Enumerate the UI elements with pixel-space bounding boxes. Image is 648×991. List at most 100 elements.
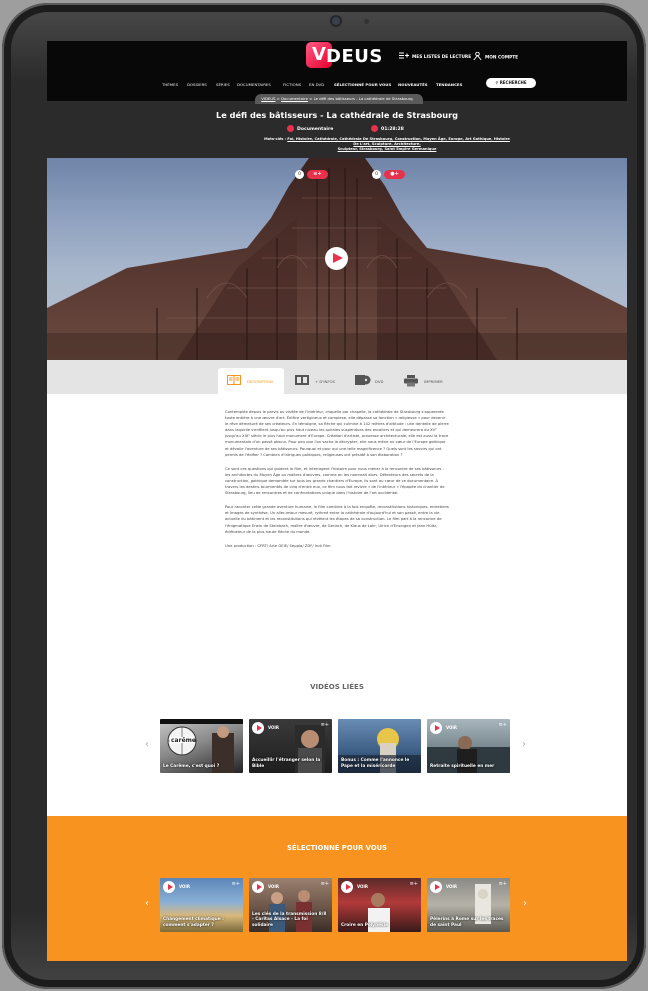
playlist-add-icon[interactable]: ≡+ — [321, 881, 329, 887]
duration-label: 01:28:28 — [381, 127, 404, 132]
film-strip-icon — [295, 375, 309, 386]
watch-label: VOIR — [268, 725, 279, 730]
playlist-add-icon — [399, 52, 409, 61]
share-count: 0 — [372, 170, 381, 179]
breadcrumb-home[interactable]: VIDEUS — [261, 96, 275, 101]
breadcrumb-section[interactable]: Documentaire — [281, 96, 308, 101]
front-camera — [332, 17, 340, 25]
tab-description[interactable]: DESCRIPTION — [218, 368, 284, 394]
card-title: Bonus : Comme l'annonce le Pape et la mi… — [341, 758, 410, 769]
watch-label: VOIR — [268, 884, 279, 889]
nav-item-fictions[interactable]: FICTIONS — [283, 82, 301, 87]
nav-item-tendances[interactable]: TENDANCES — [436, 82, 462, 87]
light-sensor — [364, 19, 369, 24]
add-to-playlist-button[interactable]: ≡+ — [307, 170, 328, 179]
printer-icon — [404, 375, 418, 388]
watch-label: VOIR — [179, 884, 190, 889]
search-button[interactable]: ⚲ RECHERCHE — [486, 78, 536, 88]
genre-badge: Documentaire — [287, 125, 333, 132]
tab-description-label: DESCRIPTION — [247, 379, 273, 384]
play-icon — [163, 881, 175, 893]
playlist-add-icon: ≡+ — [313, 171, 322, 177]
tab-dvd[interactable]: DVD — [353, 368, 399, 394]
user-icon — [473, 51, 482, 62]
documentary-icon — [287, 125, 294, 132]
description-text: Contemplée depuis le parvis ou visitée d… — [225, 409, 449, 557]
card-title: Croire en Polynésie — [341, 922, 388, 928]
search-label: RECHERCHE — [499, 80, 527, 85]
selected-card[interactable]: VOIR ≡+ Pèlerins à Rome sur les traces d… — [427, 878, 510, 932]
nav-item-series[interactable]: SÉRIES — [216, 82, 230, 87]
selected-card[interactable]: VOIR ≡+ Les clés de la transmission 8/8 … — [249, 878, 332, 932]
breadcrumb: VIDEUS > Documentaire > Le défi des bâti… — [47, 96, 627, 101]
logo-wordmark: DEUS — [326, 46, 383, 67]
breadcrumb-current: Le défi des bâtisseurs - La cathédrale d… — [313, 96, 413, 101]
keywords-line-2[interactable]: Sculpteur, Strasbourg, Saint Empire Germ… — [338, 147, 437, 151]
duration-badge: 01:28:28 — [371, 125, 404, 132]
tab-print-label: IMPRIMER — [424, 379, 443, 384]
nav-item-nouveautes[interactable]: NOUVEAUTÉS — [398, 82, 428, 87]
play-icon — [252, 881, 264, 893]
play-icon — [430, 722, 442, 734]
card-title: Les clés de la transmission 8/8 - Carita… — [252, 912, 327, 928]
tab-dvd-label: DVD — [375, 379, 384, 384]
nav-item-themes[interactable]: THÈMES — [162, 82, 178, 87]
main-nav: THÈMES DOSSIERS SÉRIES DOCUMENTAIRES FIC… — [47, 79, 627, 93]
play-icon — [341, 881, 353, 893]
playlist-add-icon[interactable]: ≡+ — [321, 722, 329, 728]
content-tabs: DESCRIPTION + D'INFOS DVD IMPRIMER — [47, 360, 627, 394]
tab-print[interactable]: IMPRIMER — [402, 368, 462, 394]
related-card[interactable]: VOIR ≡+ Retraite spirituelle en mer — [427, 719, 510, 773]
card-title: Accueillir l'étranger selon la Bible — [252, 758, 321, 769]
keywords-label: Mots-clés : — [264, 137, 287, 141]
nav-item-documentaires[interactable]: DOCUMENTAIRES — [237, 82, 271, 87]
account-label: MON COMPTE — [485, 55, 519, 61]
related-next-arrow[interactable]: › — [522, 740, 526, 750]
selected-card[interactable]: VOIR ≡+ Changement climatique : comment … — [160, 878, 243, 932]
play-button[interactable] — [325, 247, 348, 270]
description-paragraph-2: Ce sont ces questions qui guident le fil… — [225, 466, 445, 496]
share-button[interactable]: ●+ — [384, 170, 405, 179]
search-icon: ⚲ — [495, 80, 499, 85]
description-production: Une production : CFRT/ Arte GEIE/ Seppia… — [225, 543, 331, 548]
tab-infos-label: + D'INFOS — [315, 379, 335, 384]
genre-label: Documentaire — [297, 127, 334, 132]
selected-next-arrow[interactable]: › — [523, 899, 527, 909]
playlist-add-icon[interactable]: ≡+ — [410, 881, 418, 887]
tab-infos[interactable]: + D'INFOS — [293, 368, 353, 394]
card-title: Changement climatique : comment s'adapte… — [163, 917, 224, 928]
nav-item-dossiers[interactable]: DOSSIERS — [187, 82, 207, 87]
related-card[interactable]: Bonus : Comme l'annonce le Pape et la mi… — [338, 719, 421, 773]
related-prev-arrow[interactable]: ‹ — [145, 740, 149, 750]
svg-text:carême: carême — [171, 737, 196, 744]
clock-icon — [371, 125, 378, 132]
watch-label: VOIR — [446, 884, 457, 889]
selected-prev-arrow[interactable]: ‹ — [145, 899, 149, 909]
related-card[interactable]: carême Le Carême, c'est quoi ? — [160, 719, 243, 773]
account-link[interactable]: MON COMPTE — [473, 51, 519, 62]
description-paragraph-1: Contemplée depuis le parvis ou visitée d… — [225, 410, 449, 457]
playlist-add-icon[interactable]: ≡+ — [499, 881, 507, 887]
page-title: Le défi des bâtisseurs - La cathédrale d… — [216, 110, 458, 120]
playlist-add-icon[interactable]: ≡+ — [499, 722, 507, 728]
playlists-link[interactable]: MES LISTES DE LECTURE — [399, 52, 471, 61]
selected-section — [47, 816, 627, 961]
keywords-line-1[interactable]: Foi, Histoire, Cathédrale, Cathédrale De… — [287, 137, 510, 146]
watch-label: VOIR — [357, 884, 368, 889]
tablet-frame: V DEUS MES LISTES DE LECTURE MON COMPTE … — [2, 3, 646, 989]
share-icon: ●+ — [390, 171, 399, 177]
watch-label: VOIR — [446, 725, 457, 730]
related-card[interactable]: VOIR ≡+ Accueillir l'étranger selon la B… — [249, 719, 332, 773]
browser-viewport: V DEUS MES LISTES DE LECTURE MON COMPTE … — [47, 41, 627, 961]
card-title: Le Carême, c'est quoi ? — [163, 763, 220, 769]
video-hero[interactable]: 0 ≡+ 0 ●+ — [47, 158, 627, 360]
nav-item-selectionne[interactable]: SÉLECTIONNÉ POUR VOUS — [334, 82, 391, 87]
description-paragraph-3: Pour raconter cette grande aventure huma… — [225, 505, 449, 534]
card-title: Retraite spirituelle en mer — [430, 763, 495, 769]
playlist-add-icon[interactable]: ≡+ — [232, 881, 240, 887]
selected-card[interactable]: VOIR ≡+ Croire en Polynésie — [338, 878, 421, 932]
playlist-count: 0 — [295, 170, 304, 179]
nav-item-en-dvd[interactable]: EN DVD — [309, 82, 324, 87]
related-videos-title: VIDÉOS LIÉES — [310, 683, 364, 691]
book-icon — [227, 375, 241, 386]
